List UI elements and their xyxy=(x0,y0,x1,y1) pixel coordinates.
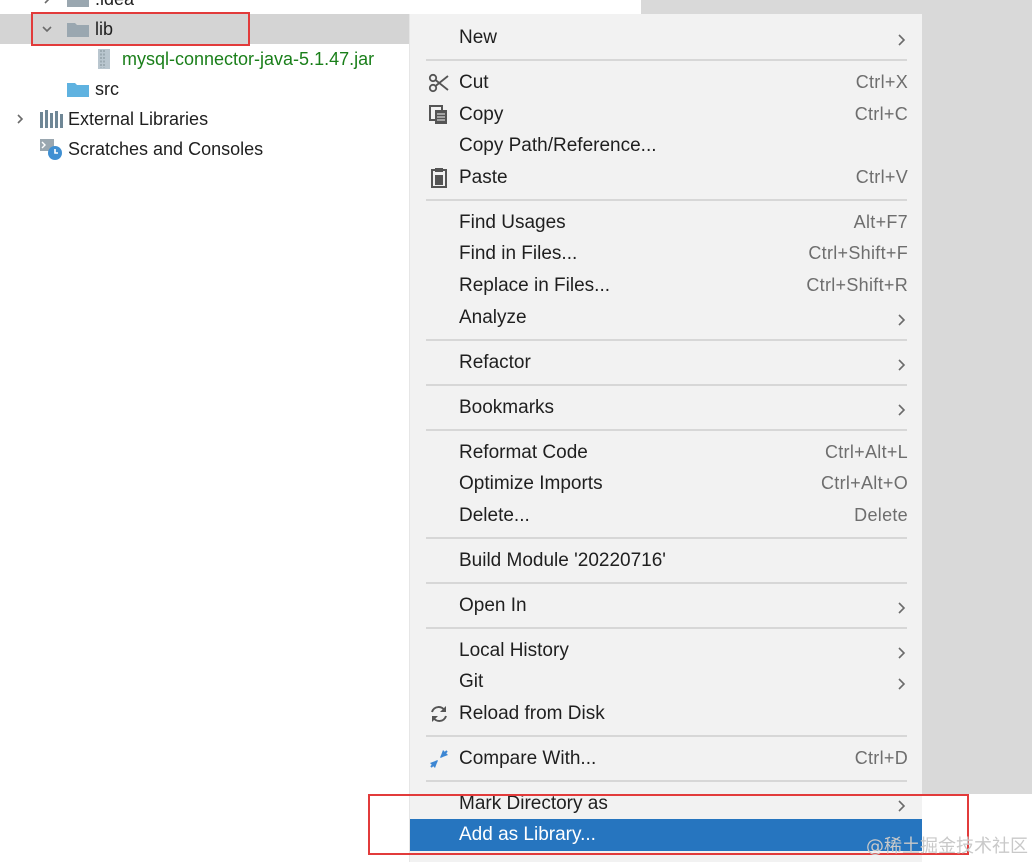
reload-icon xyxy=(428,703,450,725)
menu-item-optimize-imports[interactable]: Optimize Imports Ctrl+Alt+O xyxy=(410,468,922,499)
tree-item-label: lib xyxy=(95,18,114,39)
menu-item-refactor[interactable]: Refactor xyxy=(410,347,922,378)
background-panel xyxy=(641,0,1032,14)
menu-item-label: Delete... xyxy=(459,504,530,526)
submenu-arrow-icon xyxy=(894,31,908,46)
menu-item-label: Add as Library... xyxy=(459,824,596,845)
menu-item-label: Build Module '20220716' xyxy=(459,549,666,571)
submenu-arrow-icon xyxy=(894,356,908,371)
menu-item-label: Find in Files... xyxy=(459,242,578,264)
menu-item-cut[interactable]: Cut Ctrl+X xyxy=(410,67,922,98)
menu-separator xyxy=(426,735,907,737)
menu-item-label: Mark Directory as xyxy=(459,792,608,814)
menu-separator xyxy=(426,582,907,584)
menu-item-label: Replace in Files... xyxy=(459,274,611,296)
background-panel-right xyxy=(921,14,1032,794)
menu-item-local-history[interactable]: Local History xyxy=(410,635,922,666)
menu-item-add-as-library[interactable]: Add as Library... xyxy=(410,819,922,851)
menu-item-label: Analyze xyxy=(459,306,527,328)
tree-item-label: Scratches and Consoles xyxy=(68,138,264,159)
watermark: @稀土掘金技术社区 xyxy=(866,836,1028,857)
menu-item-find-usages[interactable]: Find Usages Alt+F7 xyxy=(410,207,922,238)
menu-item-label: New xyxy=(459,26,498,48)
library-icon xyxy=(40,110,63,128)
scratches-icon xyxy=(40,139,62,160)
menu-item-label: Copy xyxy=(459,103,504,125)
menu-separator xyxy=(426,199,907,201)
menu-item-reload-from-disk[interactable]: Reload from Disk xyxy=(410,698,922,729)
tree-item-label: .idea xyxy=(95,0,134,10)
tree-item-idea[interactable]: .idea xyxy=(0,0,640,14)
menu-item-shortcut: Ctrl+D xyxy=(854,748,908,768)
menu-item-reformat-code[interactable]: Reformat Code Ctrl+Alt+L xyxy=(410,437,922,468)
menu-item-find-in-files[interactable]: Find in Files... Ctrl+Shift+F xyxy=(410,238,922,269)
menu-item-paste[interactable]: Paste Ctrl+V xyxy=(410,162,922,193)
clipboard-icon xyxy=(428,167,450,189)
submenu-arrow-icon xyxy=(894,644,908,659)
submenu-arrow-icon xyxy=(894,675,908,690)
menu-item-label: Reload from Disk xyxy=(459,702,605,724)
menu-item-shortcut: Ctrl+C xyxy=(854,104,908,124)
submenu-arrow-icon xyxy=(894,797,908,812)
menu-separator xyxy=(426,339,907,341)
tree-item-label: External Libraries xyxy=(68,108,209,129)
menu-item-label: Cut xyxy=(459,71,489,93)
menu-item-label: Git xyxy=(459,670,484,692)
menu-separator xyxy=(426,537,907,539)
menu-item-label: Find Usages xyxy=(459,211,566,233)
submenu-arrow-icon xyxy=(894,401,908,416)
menu-item-shortcut: Delete xyxy=(854,505,908,525)
chevron-right-icon[interactable] xyxy=(37,0,57,9)
menu-separator xyxy=(426,384,907,386)
menu-item-shortcut: Ctrl+Shift+R xyxy=(806,275,908,295)
menu-item-git[interactable]: Git xyxy=(410,666,922,697)
menu-item-bookmarks[interactable]: Bookmarks xyxy=(410,392,922,423)
compare-icon xyxy=(428,748,450,770)
menu-item-copy-path[interactable]: Copy Path/Reference... xyxy=(410,130,922,161)
menu-item-open-in[interactable]: Open In xyxy=(410,590,922,621)
menu-item-label: Compare With... xyxy=(459,747,597,769)
menu-item-shortcut: Alt+F7 xyxy=(853,212,908,232)
tree-item-label: mysql-connector-java-5.1.47.jar xyxy=(122,48,375,69)
menu-item-new[interactable]: New xyxy=(410,22,922,53)
menu-item-label: Open In xyxy=(459,594,527,616)
menu-separator xyxy=(426,429,907,431)
context-menu: New Cut Ctrl+X Copy Ctrl+C Copy Path/Ref… xyxy=(409,14,922,862)
menu-item-delete[interactable]: Delete... Delete xyxy=(410,500,922,531)
menu-item-label: Paste xyxy=(459,166,508,188)
menu-item-shortcut: Ctrl+Alt+O xyxy=(820,473,908,493)
menu-separator xyxy=(426,780,907,782)
menu-item-build-module[interactable]: Build Module '20220716' xyxy=(410,545,922,576)
chevron-right-icon[interactable] xyxy=(10,109,30,129)
menu-separator xyxy=(426,627,907,629)
jar-file-icon xyxy=(98,49,110,69)
submenu-arrow-icon xyxy=(894,311,908,326)
menu-item-mark-directory-as[interactable]: Mark Directory as xyxy=(410,788,922,819)
menu-item-label: Local History xyxy=(459,639,569,661)
menu-item-analyze[interactable]: Analyze xyxy=(410,302,922,333)
scissors-icon xyxy=(428,72,450,94)
menu-item-label: Optimize Imports xyxy=(459,472,603,494)
menu-separator xyxy=(426,59,907,61)
menu-item-shortcut: Ctrl+X xyxy=(855,72,908,92)
menu-item-compare-with[interactable]: Compare With... Ctrl+D xyxy=(410,743,922,774)
folder-icon xyxy=(67,23,89,37)
menu-item-label: Copy Path/Reference... xyxy=(459,134,657,156)
menu-item-shortcut: Ctrl+V xyxy=(855,167,908,187)
chevron-down-icon[interactable] xyxy=(37,19,57,39)
copy-icon xyxy=(428,104,450,126)
menu-item-label: Bookmarks xyxy=(459,396,555,418)
source-folder-icon xyxy=(67,83,89,97)
submenu-arrow-icon xyxy=(894,599,908,614)
menu-item-shortcut: Ctrl+Alt+L xyxy=(824,442,908,462)
menu-item-copy[interactable]: Copy Ctrl+C xyxy=(410,99,922,130)
menu-item-replace-in-files[interactable]: Replace in Files... Ctrl+Shift+R xyxy=(410,270,922,301)
tree-item-label: src xyxy=(95,78,119,99)
menu-item-shortcut: Ctrl+Shift+F xyxy=(808,243,908,263)
menu-item-label: Refactor xyxy=(459,351,531,373)
folder-icon xyxy=(67,0,89,7)
menu-item-label: Reformat Code xyxy=(459,441,588,463)
